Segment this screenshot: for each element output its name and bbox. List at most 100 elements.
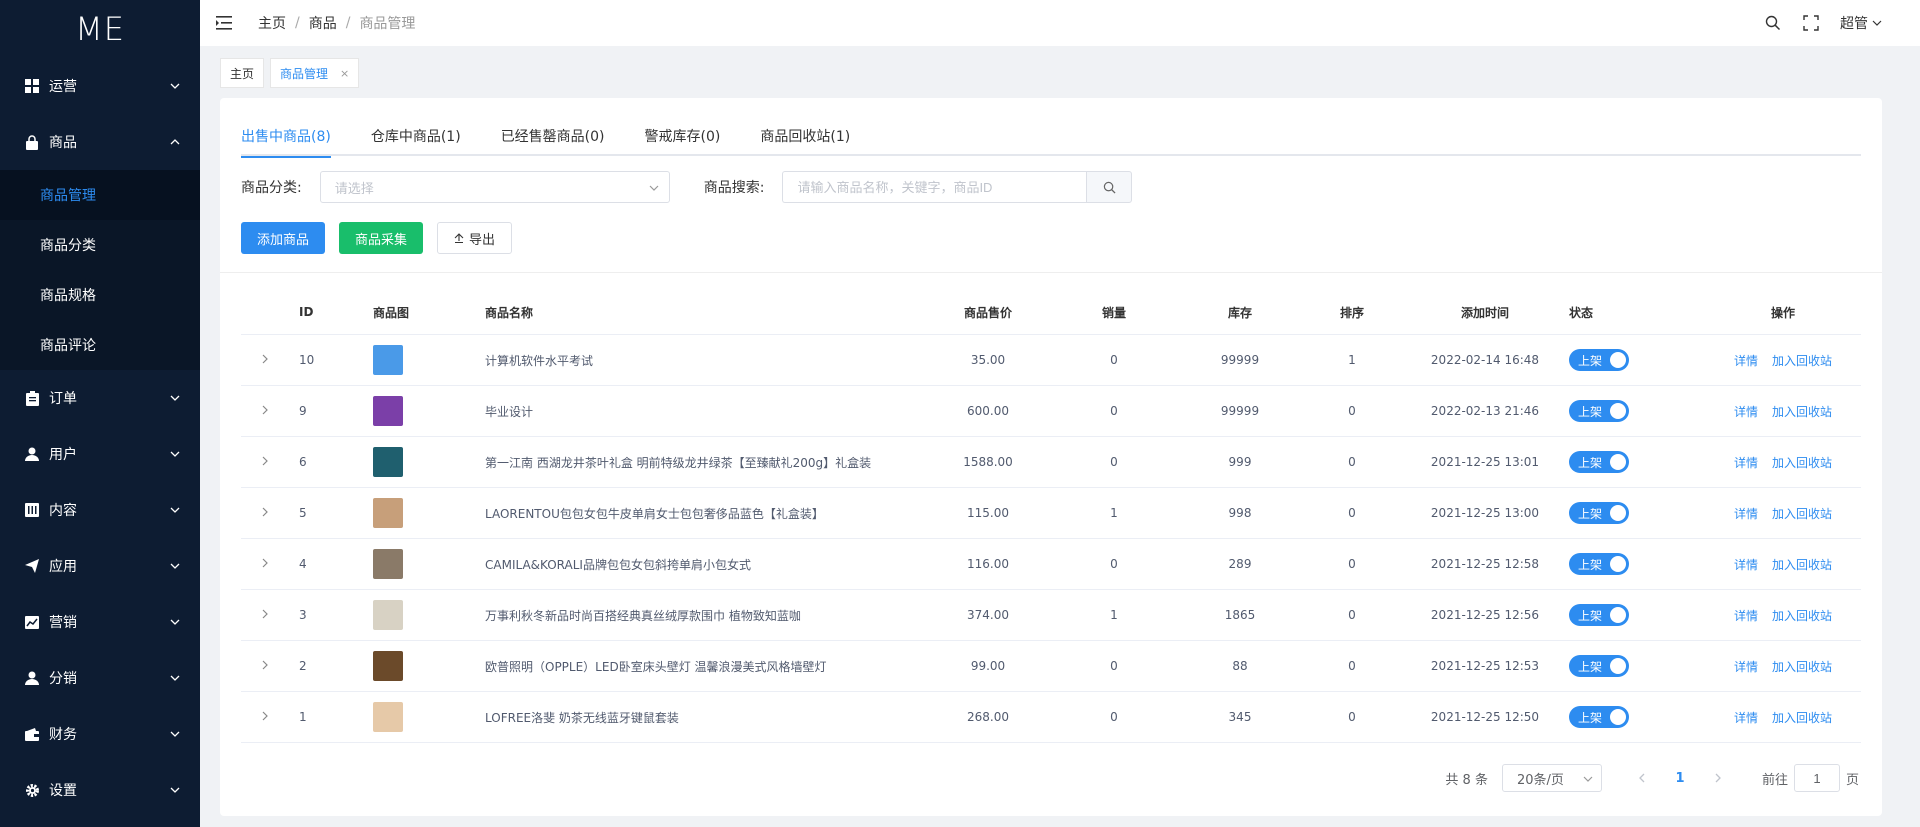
- search-input[interactable]: [782, 171, 1087, 203]
- cell-image: [373, 549, 485, 579]
- status-toggle[interactable]: 上架: [1569, 604, 1629, 626]
- expand-button[interactable]: [241, 608, 299, 622]
- status-label: 上架: [1578, 608, 1603, 623]
- expand-button[interactable]: [241, 710, 299, 724]
- expand-button[interactable]: [241, 506, 299, 520]
- cell-image: [373, 396, 485, 426]
- recycle-link[interactable]: 加入回收站: [1772, 456, 1832, 470]
- page-size-select[interactable]: 20条/页: [1501, 764, 1602, 792]
- detail-link[interactable]: 详情: [1734, 456, 1758, 470]
- cell-name: 毕业设计: [485, 404, 534, 419]
- sidebar-item-label: 商品: [49, 135, 77, 151]
- page-number[interactable]: 1: [1664, 764, 1696, 792]
- recycle-link[interactable]: 加入回收站: [1772, 609, 1832, 623]
- recycle-link[interactable]: 加入回收站: [1772, 711, 1832, 725]
- add-product-button[interactable]: 添加商品: [241, 222, 326, 254]
- prev-page-button[interactable]: [1628, 764, 1656, 792]
- status-toggle[interactable]: 上架: [1569, 451, 1629, 473]
- product-thumbnail[interactable]: [373, 651, 403, 681]
- expand-button[interactable]: [241, 659, 299, 673]
- breadcrumb-products[interactable]: 商品: [309, 13, 337, 33]
- cell-sort: 1: [1348, 353, 1356, 367]
- sidebar-subitem-product-spec[interactable]: 商品规格: [0, 270, 200, 320]
- detail-link[interactable]: 详情: [1734, 609, 1758, 623]
- export-label: 导出: [469, 232, 496, 248]
- tab-recycle-bin[interactable]: 商品回收站(1): [760, 118, 850, 156]
- sidebar-item-settings[interactable]: 设置: [0, 762, 200, 818]
- status-toggle[interactable]: 上架: [1569, 502, 1629, 524]
- sidebar-subitem-product-management[interactable]: 商品管理: [0, 170, 200, 220]
- sidebar-item-finance[interactable]: 财务: [0, 706, 200, 762]
- status-label: 上架: [1578, 557, 1603, 572]
- toggle-knob: [1610, 505, 1626, 521]
- status-toggle[interactable]: 上架: [1569, 553, 1629, 575]
- close-icon[interactable]: ×: [340, 67, 349, 80]
- expand-button[interactable]: [241, 557, 299, 571]
- chevron-right-icon: [262, 558, 268, 568]
- recycle-link[interactable]: 加入回收站: [1772, 354, 1832, 368]
- status-toggle[interactable]: 上架: [1569, 349, 1629, 371]
- detail-link[interactable]: 详情: [1734, 354, 1758, 368]
- category-select[interactable]: 请选择: [319, 171, 670, 203]
- cell-time: 2021-12-25 12:53: [1430, 659, 1540, 673]
- cell-ops: 详情 加入回收站: [1705, 709, 1861, 726]
- product-thumbnail[interactable]: [373, 447, 403, 477]
- sidebar-item-orders[interactable]: 订单: [0, 370, 200, 426]
- tag-home[interactable]: 主页: [220, 58, 265, 88]
- table-row: 4 CAMILA&KORALI品牌包包女包斜挎单肩小包女式 116.00 0 289 0 2…: [241, 539, 1861, 590]
- breadcrumb-home[interactable]: 主页: [258, 13, 286, 33]
- status-label: 上架: [1578, 710, 1603, 725]
- sidebar-subitem-product-review[interactable]: 商品评论: [0, 320, 200, 370]
- search-icon[interactable]: [1764, 14, 1782, 32]
- sidebar-subitem-product-category[interactable]: 商品分类: [0, 220, 200, 270]
- search-button[interactable]: [1086, 171, 1133, 203]
- sidebar-item-operations[interactable]: 运营: [0, 58, 200, 114]
- sidebar-item-marketing[interactable]: 营销: [0, 594, 200, 650]
- sidebar-item-users[interactable]: 用户: [0, 426, 200, 482]
- expand-button[interactable]: [241, 353, 299, 367]
- tab-in-warehouse[interactable]: 仓库中商品(1): [371, 118, 461, 156]
- product-thumbnail[interactable]: [373, 396, 403, 426]
- product-thumbnail[interactable]: [373, 498, 403, 528]
- export-button[interactable]: 导出: [437, 222, 513, 254]
- detail-link[interactable]: 详情: [1734, 507, 1758, 521]
- status-toggle[interactable]: 上架: [1569, 706, 1629, 728]
- goto-page-input[interactable]: [1793, 764, 1840, 792]
- tab-on-sale[interactable]: 出售中商品(8): [241, 118, 331, 158]
- sidebar-item-products[interactable]: 商品: [0, 114, 200, 170]
- detail-link[interactable]: 详情: [1734, 558, 1758, 572]
- product-thumbnail[interactable]: [373, 702, 403, 732]
- product-thumbnail[interactable]: [373, 345, 403, 375]
- chevron-up-icon: [170, 139, 180, 145]
- cell-id: 1: [299, 710, 307, 724]
- sidebar-item-apps[interactable]: 应用: [0, 538, 200, 594]
- detail-link[interactable]: 详情: [1734, 711, 1758, 725]
- product-thumbnail[interactable]: [373, 600, 403, 630]
- user-menu[interactable]: 超管: [1840, 13, 1882, 33]
- fullscreen-icon[interactable]: [1802, 14, 1820, 32]
- recycle-link[interactable]: 加入回收站: [1772, 507, 1832, 521]
- sidebar-item-content[interactable]: 内容: [0, 482, 200, 538]
- status-toggle[interactable]: 上架: [1569, 400, 1629, 422]
- sidebar-item-distribution[interactable]: 分销: [0, 650, 200, 706]
- product-thumbnail[interactable]: [373, 549, 403, 579]
- tab-sold-out[interactable]: 已经售罄商品(0): [501, 118, 605, 156]
- expand-button[interactable]: [241, 404, 299, 418]
- recycle-link[interactable]: 加入回收站: [1772, 558, 1832, 572]
- expand-button[interactable]: [241, 455, 299, 469]
- col-name: 商品名称: [485, 305, 534, 320]
- tab-stock-alert[interactable]: 警戒库存(0): [645, 118, 721, 156]
- recycle-link[interactable]: 加入回收站: [1772, 405, 1832, 419]
- cell-price: 35.00: [970, 353, 1006, 367]
- header-tools: 超管: [1744, 0, 1882, 46]
- status-toggle[interactable]: 上架: [1569, 655, 1629, 677]
- detail-link[interactable]: 详情: [1734, 405, 1758, 419]
- cell-image: [373, 498, 485, 528]
- menu-fold-icon[interactable]: [216, 15, 234, 31]
- cell-image: [373, 702, 485, 732]
- next-page-button[interactable]: [1704, 764, 1732, 792]
- tag-product-management[interactable]: 商品管理 ×: [270, 58, 360, 88]
- detail-link[interactable]: 详情: [1734, 660, 1758, 674]
- recycle-link[interactable]: 加入回收站: [1772, 660, 1832, 674]
- collect-product-button[interactable]: 商品采集: [339, 222, 424, 254]
